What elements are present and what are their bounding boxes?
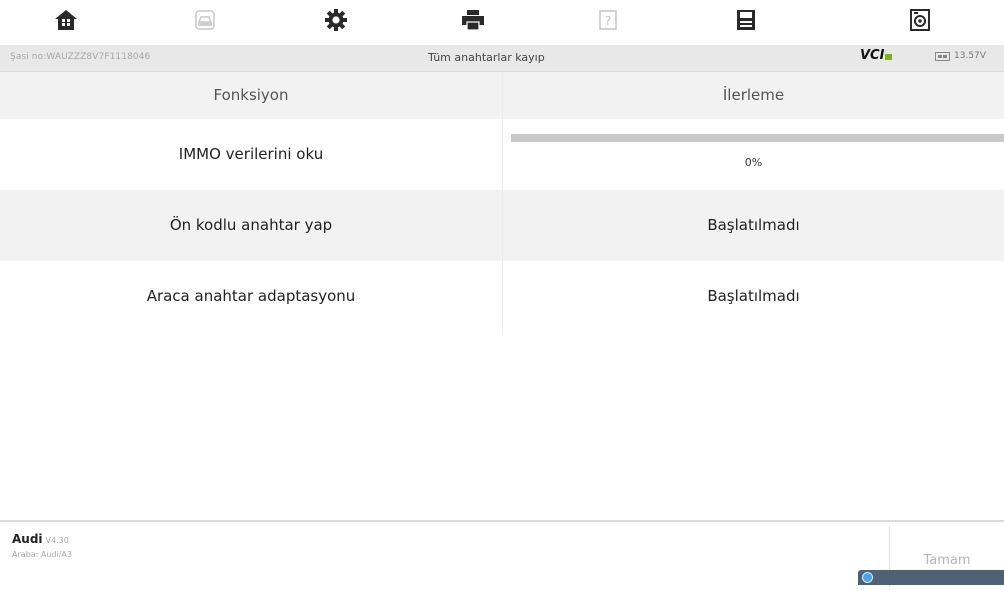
home-icon <box>55 10 77 30</box>
help-button[interactable]: ? <box>590 4 626 36</box>
top-toolbar: ? <box>0 0 1004 45</box>
vehicle-make: Audi V4.30 <box>12 532 69 546</box>
print-button[interactable] <box>455 4 491 36</box>
progress-bar <box>511 134 1004 142</box>
vci-label: VCI <box>860 48 885 63</box>
progress-percent: 0% <box>744 156 763 169</box>
software-version: V4.30 <box>45 536 69 545</box>
column-header-progress: İlerleme <box>722 86 785 104</box>
svg-text:?: ? <box>605 14 611 28</box>
home-button[interactable] <box>48 4 84 36</box>
footer-bar: Audi V4.30 Araba: Audi/A3 Tamam <box>0 520 1004 587</box>
column-header-function: Fonksiyon <box>213 86 289 104</box>
vci-status: VCI <box>860 48 893 63</box>
vehicle-make-label: Audi <box>12 532 43 546</box>
vin-label: Şasi no:WAUZZZ8V7F1118046 <box>10 52 151 62</box>
function-name: Araca anahtar adaptasyonu <box>146 287 356 305</box>
battery-voltage: 13.57V <box>954 51 986 61</box>
status-bar: Şasi no:WAUZZZ8V7F1118046 Tüm anahtarlar… <box>0 45 1004 72</box>
gear-icon <box>325 9 347 31</box>
car-icon <box>195 10 215 30</box>
overlay-chip <box>858 570 1004 585</box>
save-button[interactable] <box>728 4 764 36</box>
vci-connected-icon <box>885 54 893 60</box>
battery-status: 13.57V <box>935 51 986 61</box>
page-title: Tüm anahtarlar kayıp <box>428 51 545 64</box>
settings-button[interactable] <box>318 4 354 36</box>
data-logging-icon <box>910 9 930 31</box>
vehicle-button[interactable] <box>187 4 223 36</box>
printer-icon <box>462 10 484 31</box>
save-icon <box>737 10 755 30</box>
progress-status: Başlatılmadı <box>707 216 800 234</box>
chip-icon <box>862 572 873 583</box>
data-logging-button[interactable] <box>902 4 938 36</box>
progress-status: Başlatılmadı <box>707 287 800 305</box>
column-divider <box>502 72 503 332</box>
function-name: IMMO verilerini oku <box>178 145 324 163</box>
function-name: Ön kodlu anahtar yap <box>169 216 333 234</box>
help-icon: ? <box>599 10 617 30</box>
vehicle-info: Araba: Audi/A3 <box>12 550 72 559</box>
battery-icon <box>935 51 950 61</box>
